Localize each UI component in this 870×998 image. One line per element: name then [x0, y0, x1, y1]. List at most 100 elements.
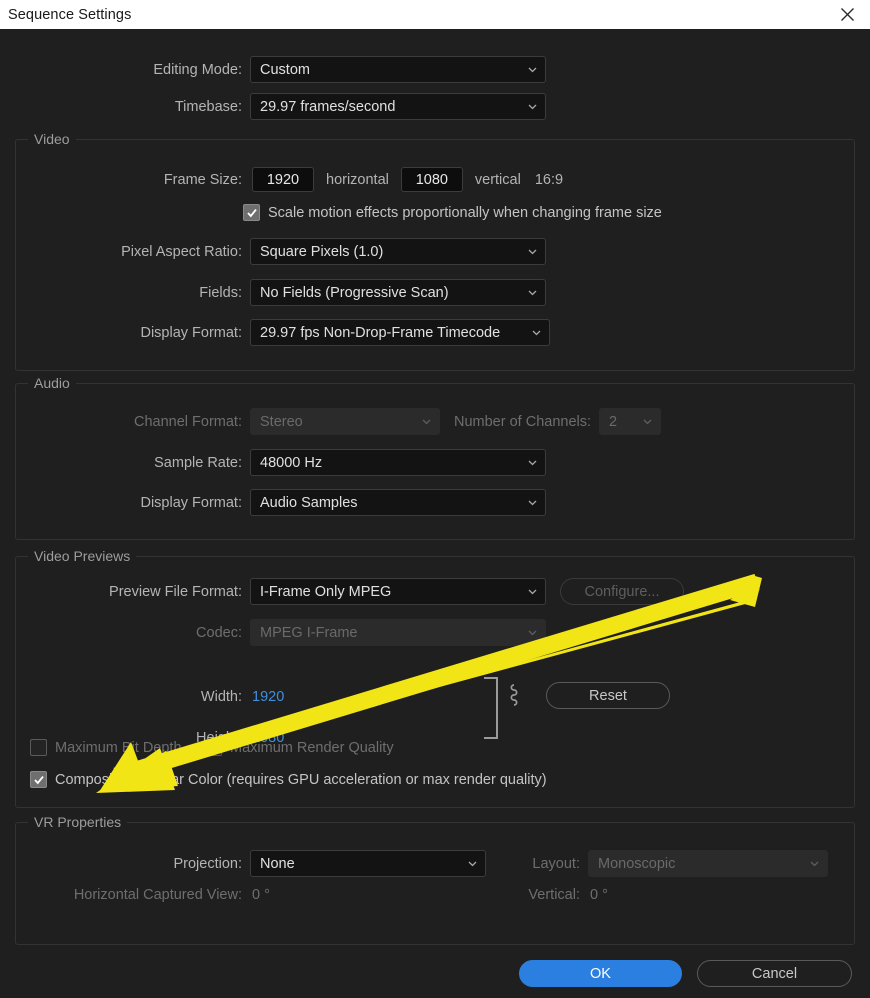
- composite-linear-color-checkbox-row[interactable]: Composite in Linear Color (requires GPU …: [30, 771, 547, 788]
- link-chain-icon[interactable]: [505, 682, 523, 713]
- max-render-quality-checkbox-row[interactable]: Maximum Render Quality: [205, 739, 394, 756]
- composite-linear-color-checkbox[interactable]: [30, 771, 47, 788]
- number-of-channels-label: Number of Channels:: [454, 413, 592, 430]
- video-display-format-value: 29.97 fps Non-Drop-Frame Timecode: [260, 324, 501, 341]
- chevron-down-icon: [526, 63, 539, 76]
- layout-select: Monoscopic: [588, 850, 828, 877]
- chevron-down-icon: [466, 857, 479, 870]
- horizontal-captured-view-value: 0 °: [252, 887, 270, 903]
- codec-row: Codec: MPEG I-Frame: [90, 619, 546, 646]
- reset-label: Reset: [589, 687, 627, 704]
- sample-rate-label: Sample Rate:: [154, 454, 242, 471]
- frame-size-row: Frame Size: 1920 horizontal 1080 vertica…: [150, 167, 563, 192]
- fields-label: Fields:: [199, 284, 242, 301]
- preview-file-format-label: Preview File Format:: [109, 583, 242, 600]
- cancel-button[interactable]: Cancel: [697, 960, 852, 987]
- cancel-label: Cancel: [751, 965, 798, 982]
- projection-select[interactable]: None: [250, 850, 486, 877]
- pixel-aspect-label: Pixel Aspect Ratio:: [121, 243, 242, 260]
- horizontal-captured-view-row: Horizontal Captured View: 0 °: [62, 887, 270, 903]
- preview-file-format-select[interactable]: I-Frame Only MPEG: [250, 578, 546, 605]
- chevron-down-icon: [530, 326, 543, 339]
- vr-properties-group: VR Properties: [15, 814, 855, 945]
- codec-select: MPEG I-Frame: [250, 619, 546, 646]
- vertical-captured-view-row: Vertical: 0 °: [528, 887, 608, 903]
- pixel-aspect-select[interactable]: Square Pixels (1.0): [250, 238, 546, 265]
- channel-format-row: Channel Format: Stereo Number of Channel…: [108, 408, 662, 435]
- max-bit-depth-checkbox-row[interactable]: Maximum Bit Depth: [30, 739, 182, 756]
- frame-width-input[interactable]: 1920: [252, 167, 314, 192]
- sample-rate-value: 48000 Hz: [260, 454, 323, 471]
- projection-value: None: [260, 855, 295, 872]
- video-display-format-select[interactable]: 29.97 fps Non-Drop-Frame Timecode: [250, 319, 550, 346]
- layout-label: Layout:: [532, 855, 580, 872]
- editing-mode-select[interactable]: Custom: [250, 56, 546, 83]
- preview-width-value[interactable]: 1920: [252, 689, 284, 705]
- preview-file-format-value: I-Frame Only MPEG: [260, 583, 392, 600]
- video-display-format-label: Display Format:: [140, 324, 242, 341]
- chevron-down-icon: [526, 626, 539, 639]
- frame-width-value: 1920: [266, 171, 300, 188]
- max-render-quality-checkbox[interactable]: [205, 739, 222, 756]
- number-of-channels-value: 2: [609, 413, 618, 430]
- timebase-row: Timebase: 29.97 frames/second: [150, 93, 550, 120]
- channel-format-value: Stereo: [260, 413, 303, 430]
- fields-row: Fields: No Fields (Progressive Scan): [108, 279, 546, 306]
- editing-mode-value: Custom: [260, 61, 310, 78]
- fields-value: No Fields (Progressive Scan): [260, 284, 449, 301]
- projection-label: Projection:: [173, 855, 242, 872]
- codec-value: MPEG I-Frame: [260, 624, 358, 641]
- scale-motion-checkbox[interactable]: [243, 204, 260, 221]
- max-render-quality-label: Maximum Render Quality: [230, 739, 394, 756]
- close-button[interactable]: [824, 0, 870, 29]
- video-group-title: Video: [28, 131, 76, 147]
- preview-width-row: Width: 1920: [90, 689, 284, 705]
- horizontal-label: horizontal: [326, 171, 389, 188]
- editing-mode-row: Editing Mode: Custom: [150, 56, 550, 83]
- frame-height-value: 1080: [415, 171, 448, 188]
- sample-rate-row: Sample Rate: 48000 Hz: [108, 449, 546, 476]
- horizontal-captured-view-label: Horizontal Captured View:: [73, 887, 242, 903]
- fields-select[interactable]: No Fields (Progressive Scan): [250, 279, 546, 306]
- pixel-aspect-value: Square Pixels (1.0): [260, 243, 384, 260]
- vr-properties-group-title: VR Properties: [28, 814, 128, 830]
- chevron-down-icon: [526, 286, 539, 299]
- link-bracket-icon: [484, 677, 498, 739]
- layout-row: Layout: Monoscopic: [528, 850, 828, 877]
- ok-button[interactable]: OK: [519, 960, 682, 987]
- timebase-value: 29.97 frames/second: [260, 98, 396, 115]
- vertical-captured-view-label: Vertical:: [528, 887, 580, 903]
- ok-label: OK: [590, 965, 611, 982]
- audio-display-format-row: Display Format: Audio Samples: [108, 489, 546, 516]
- frame-size-label: Frame Size:: [163, 171, 242, 188]
- sample-rate-select[interactable]: 48000 Hz: [250, 449, 546, 476]
- editing-mode-label: Editing Mode:: [153, 61, 242, 78]
- window-title: Sequence Settings: [8, 6, 132, 23]
- frame-height-input[interactable]: 1080: [400, 167, 463, 192]
- vertical-label: vertical: [474, 171, 521, 188]
- video-display-format-row: Display Format: 29.97 fps Non-Drop-Frame…: [108, 319, 550, 346]
- video-previews-group-title: Video Previews: [28, 548, 137, 564]
- sequence-settings-dialog: Editing Mode: Custom Timebase: 29.97 fra…: [0, 29, 870, 998]
- scale-motion-checkbox-row[interactable]: Scale motion effects proportionally when…: [243, 204, 662, 221]
- preview-file-format-row: Preview File Format: I-Frame Only MPEG C…: [90, 578, 684, 605]
- max-bit-depth-label: Maximum Bit Depth: [55, 739, 182, 756]
- chevron-down-icon: [420, 415, 433, 428]
- timebase-select[interactable]: 29.97 frames/second: [250, 93, 546, 120]
- number-of-channels-select: 2: [599, 408, 662, 435]
- channel-format-select: Stereo: [250, 408, 440, 435]
- pixel-aspect-row: Pixel Aspect Ratio: Square Pixels (1.0): [108, 238, 546, 265]
- audio-display-format-select[interactable]: Audio Samples: [250, 489, 546, 516]
- max-bit-depth-checkbox[interactable]: [30, 739, 47, 756]
- configure-button: Configure...: [560, 578, 684, 605]
- chevron-down-icon: [526, 245, 539, 258]
- reset-button[interactable]: Reset: [546, 682, 670, 709]
- audio-display-format-value: Audio Samples: [260, 494, 358, 511]
- vertical-captured-view-value: 0 °: [590, 887, 608, 903]
- configure-label: Configure...: [584, 583, 660, 600]
- projection-row: Projection: None: [160, 850, 486, 877]
- chevron-down-icon: [526, 496, 539, 509]
- audio-group-title: Audio: [28, 375, 76, 391]
- scale-motion-label: Scale motion effects proportionally when…: [268, 204, 662, 221]
- audio-display-format-label: Display Format:: [140, 494, 242, 511]
